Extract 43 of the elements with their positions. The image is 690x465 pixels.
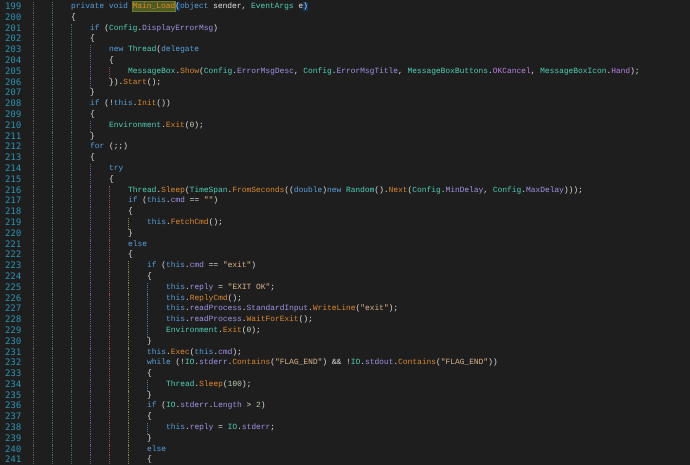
line-number: 210	[4, 120, 22, 132]
line-number: 215	[4, 174, 22, 186]
line-number: 225	[4, 282, 22, 294]
line-number: 230	[4, 336, 22, 348]
line-number: 239	[4, 434, 22, 445]
line-number: 202	[4, 34, 22, 45]
line-number: 205	[4, 66, 22, 78]
line-number: 219	[4, 218, 22, 229]
line-number: 207	[4, 88, 22, 99]
line-number: 211	[4, 132, 22, 142]
line-number: 234	[4, 380, 22, 391]
line-number: 233	[4, 369, 22, 380]
line-number: 200	[4, 12, 22, 24]
line-number: 229	[4, 326, 22, 337]
line-number: 224	[4, 272, 22, 283]
line-number: 235	[4, 390, 22, 401]
line-number: 222	[4, 250, 22, 261]
line-number: 217	[4, 196, 22, 207]
line-number: 218	[4, 207, 22, 218]
line-number: 201	[4, 24, 22, 34]
line-number: 238	[4, 423, 22, 434]
line-number: 214	[4, 164, 22, 175]
line-number: 221	[4, 240, 22, 250]
line-number: 216	[4, 186, 22, 196]
line-number: 232	[4, 358, 22, 369]
line-number: 228	[4, 315, 22, 326]
line-number: 206	[4, 78, 22, 88]
line-number: 208	[4, 99, 22, 110]
line-number: 220	[4, 228, 22, 240]
line-number: 227	[4, 304, 22, 315]
line-number: 199	[4, 2, 22, 13]
line-number: 226	[4, 294, 22, 304]
line-number: 240	[4, 444, 22, 455]
line-number: 203	[4, 45, 22, 56]
line-number: 204	[4, 56, 22, 67]
line-number: 236	[4, 401, 22, 412]
line-number: 241	[4, 455, 22, 465]
line-number: 213	[4, 153, 22, 164]
line-number: 209	[4, 110, 22, 121]
line-number: 223	[4, 261, 22, 272]
line-number: 231	[4, 348, 22, 358]
line-number: 237	[4, 412, 22, 423]
line-number: 212	[4, 142, 22, 153]
